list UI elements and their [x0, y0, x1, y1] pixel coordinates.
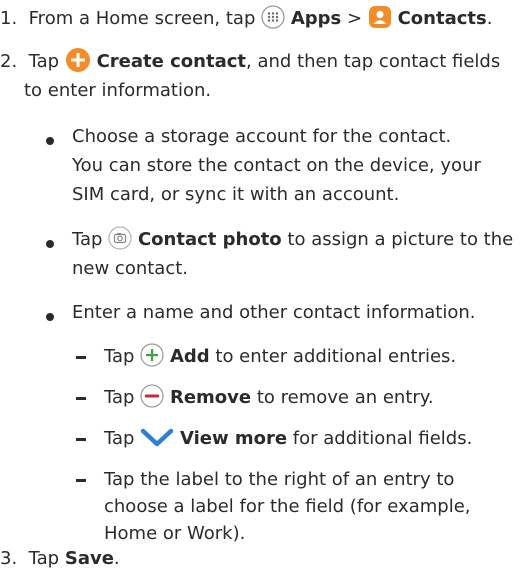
view-more-label: View more: [179, 428, 288, 449]
subitem-4-line-2: choose a label for the field (for exampl…: [104, 496, 471, 517]
subitem-remove: Tap Remove to remove an entry.: [104, 384, 434, 411]
subitem-text: Tap: [104, 346, 135, 367]
subitem-text-cont: for additional fields.: [292, 428, 473, 449]
subitem-view-more: Tap View more for additional fields.: [104, 426, 472, 452]
subitem-add: Tap Add to enter additional entries.: [104, 343, 457, 370]
step-number: 2.: [0, 51, 18, 72]
dash-marker: [76, 438, 86, 441]
period: .: [113, 548, 120, 569]
view-more-icon: [140, 426, 174, 448]
contact-photo-label: Contact photo: [137, 229, 282, 250]
bullet-marker: [46, 240, 54, 248]
create-contact-icon: [65, 47, 91, 73]
bullet-1-line-2: You can store the contact on the device,…: [72, 155, 481, 176]
bullet-1-line-1: Choose a storage account for the contact…: [72, 126, 452, 147]
create-contact-label: Create contact: [96, 51, 246, 72]
instructions-document: 1. From a Home screen, tap Apps > Contac…: [0, 0, 520, 570]
bullet-3-line-1: Enter a name and other contact informati…: [72, 302, 476, 323]
step-number: 3.: [0, 548, 18, 569]
remove-icon: [140, 384, 164, 408]
bullet-text: Tap: [72, 229, 103, 250]
step-text: From a Home screen, tap: [28, 8, 256, 29]
subitem-4-line-3: Home or Work).: [104, 523, 246, 544]
dash-marker: [76, 479, 86, 482]
bullet-2-line-1: Tap Contact photo to assign a picture to…: [72, 226, 514, 253]
apps-label: Apps: [290, 8, 342, 29]
step-text: Tap: [28, 548, 60, 569]
step-2: 2. Tap Create contact, and then tap cont…: [0, 47, 501, 75]
save-label: Save: [64, 548, 114, 569]
dash-marker: [76, 397, 86, 400]
add-icon: [140, 343, 164, 367]
bullet-1-line-3: SIM card, or sync it with an account.: [72, 184, 400, 205]
subitem-text-cont: to enter additional entries.: [215, 346, 457, 367]
separator: >: [347, 8, 363, 29]
bullet-2-line-2: new contact.: [72, 258, 189, 279]
step-3: 3. Tap Save.: [0, 546, 120, 572]
step-2-line-2: to enter information.: [24, 80, 212, 101]
subitem-text-cont: to remove an entry.: [256, 387, 434, 408]
bullet-marker: [46, 313, 54, 321]
bullet-text-cont: to assign a picture to the: [287, 229, 514, 250]
subitem-text: Tap: [104, 387, 135, 408]
subitem-4-line-1: Tap the label to the right of an entry t…: [104, 469, 455, 490]
contacts-icon: [368, 5, 392, 29]
step-number: 1.: [0, 8, 18, 29]
add-label: Add: [169, 346, 210, 367]
bullet-marker: [46, 137, 54, 145]
step-text: Tap: [28, 51, 60, 72]
step-text-cont: , and then tap contact fields: [246, 51, 501, 72]
dash-marker: [76, 356, 86, 359]
apps-icon: [261, 5, 285, 29]
camera-icon: [108, 226, 132, 250]
subitem-text: Tap: [104, 428, 135, 449]
step-1: 1. From a Home screen, tap Apps > Contac…: [0, 5, 493, 32]
period: .: [486, 8, 493, 29]
contacts-label: Contacts: [397, 8, 487, 29]
remove-label: Remove: [169, 387, 252, 408]
